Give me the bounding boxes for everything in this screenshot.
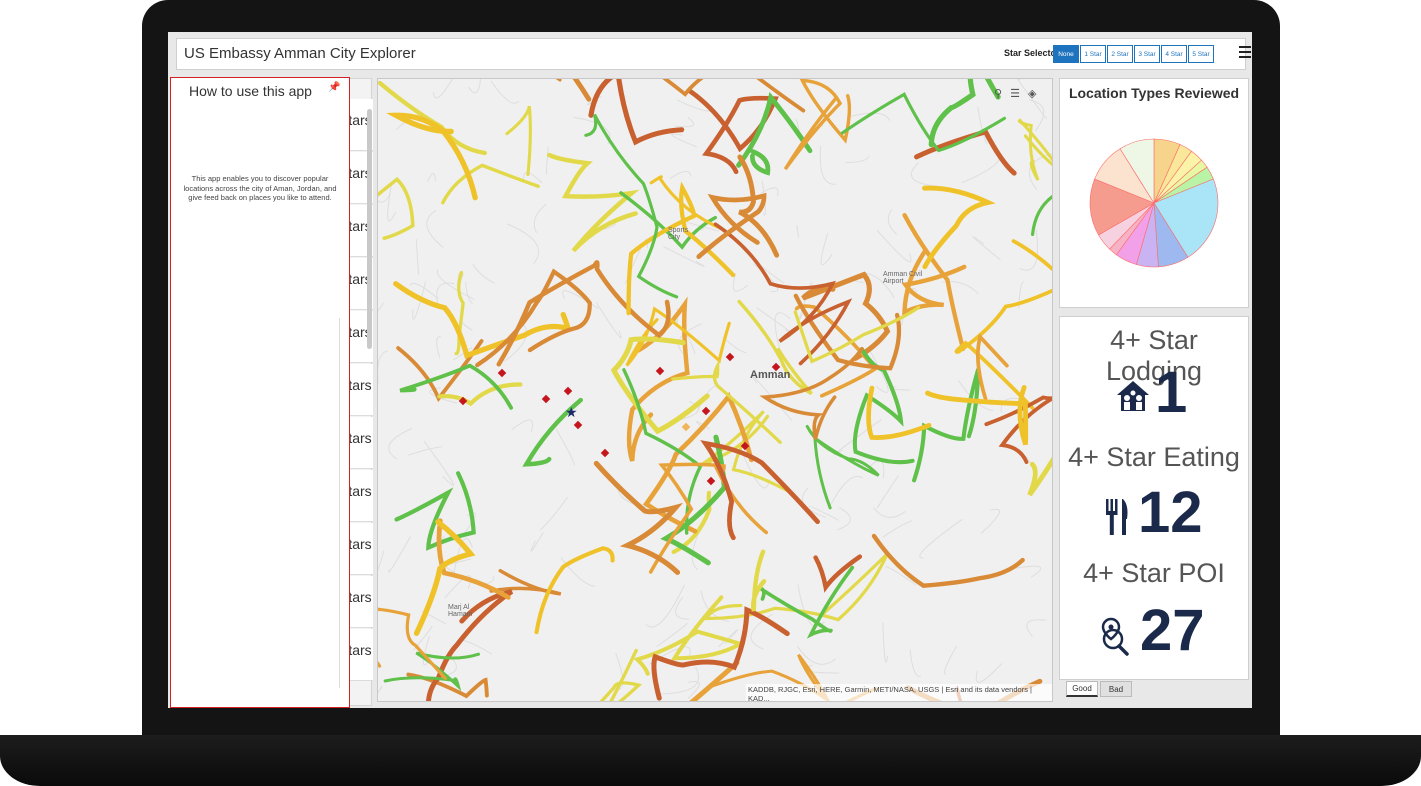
location-marker[interactable] [655,366,665,376]
map-attribution: KADDB, RJGC, Esri, HERE, Garmin, METI/NA… [746,684,1052,701]
stats-tabs: Good Bad [1066,681,1134,697]
utensils-icon [1106,499,1128,535]
star-selector-label: Star Selector [1004,48,1060,58]
map-road [649,175,725,232]
map-road [599,648,643,701]
location-marker[interactable] [706,476,716,486]
howto-title: How to use this app [189,83,312,99]
embassy-star-icon: ★ [565,404,578,420]
star-button-1[interactable]: 1 Star [1080,45,1106,63]
list-scrollbar[interactable] [367,109,372,349]
location-marker[interactable] [725,352,735,362]
map-road [505,105,532,177]
search-icon[interactable]: ⚲ [994,87,1002,100]
app-screen: US Embassy Amman City Explorer Star Sele… [168,32,1252,708]
stat-label-poi: 4+ Star POI [1083,558,1225,588]
pie-title: Location Types Reviewed [1068,85,1240,101]
poi-icon [1101,617,1129,656]
tab-bad[interactable]: Bad [1100,681,1132,697]
map-road [399,363,514,410]
map-road [546,152,640,253]
map-label-marj: Marj Al Hamam [448,604,473,618]
map-road [475,268,592,368]
location-marker[interactable] [701,406,711,416]
panel-divider [339,318,350,688]
howto-panel: How to use this app 📌 This app enables y… [170,77,350,708]
star-button-2[interactable]: 2 Star [1107,45,1133,63]
star-button-4[interactable]: 4 Star [1161,45,1187,63]
map-road [750,549,767,612]
map-road [713,222,853,366]
map-road [572,79,592,102]
star-selector: None 1 Star 2 Star 3 Star 4 Star 5 Star [1053,45,1215,63]
location-marker[interactable] [573,420,583,430]
laptop-base [0,735,1421,786]
lodging-icon [1117,381,1149,411]
map-road [386,112,478,201]
map-tools: ⚲ ☰ ◈ [994,87,1036,100]
map-road [378,176,415,241]
stat-value-lodging: 1 [1155,360,1188,425]
map-road [378,607,447,680]
location-marker[interactable] [681,422,691,432]
map-road [912,368,981,483]
pie-chart [1089,138,1219,268]
map-view[interactable]: ★ ⚲ ☰ ◈ Amman Amman Civil Airport Sports… [377,78,1053,702]
map-road [805,424,880,510]
map-road [922,185,996,270]
layers-icon[interactable]: ◈ [1028,87,1036,100]
map-road [813,554,863,593]
map-road [954,239,1052,410]
map-road [871,533,1025,588]
map-label-sports: Sports City [668,227,689,241]
stat-label-lodging: 4+ Star Lodging [1105,325,1203,386]
pin-icon[interactable]: 📌 [328,82,340,93]
howto-text: This app enables you to discover popular… [183,174,337,202]
map-road [534,546,615,635]
map-road [750,149,771,176]
map-label-city: Amman [750,369,791,381]
location-types-panel: Location Types Reviewed [1059,78,1249,308]
location-marker[interactable] [497,368,507,378]
stats-panel: 4+ Star Lodging 1 4+ Star Eating 12 4+ S… [1059,316,1249,680]
traffic-map: ★ [378,79,1052,701]
map-label-airport: Amman Civil Airport [883,271,923,285]
location-marker[interactable] [600,448,610,458]
list-icon[interactable]: ☰ [1010,87,1020,100]
hamburger-menu-icon[interactable] [1239,46,1251,61]
map-road [441,163,540,205]
map-road [394,471,476,551]
stat-value-poi: 27 [1140,598,1205,663]
tab-good[interactable]: Good [1066,681,1098,697]
star-button-3[interactable]: 3 Star [1134,45,1160,63]
app-header: US Embassy Amman City Explorer Star Sele… [176,38,1251,70]
location-marker[interactable] [541,394,551,404]
app-title: US Embassy Amman City Explorer [184,45,416,62]
location-marker[interactable] [563,386,573,396]
star-button-5[interactable]: 5 Star [1188,45,1214,63]
star-button-none[interactable]: None [1053,45,1079,63]
stat-value-eating: 12 [1138,480,1203,545]
stat-label-eating: 4+ Star Eating [1068,442,1240,472]
